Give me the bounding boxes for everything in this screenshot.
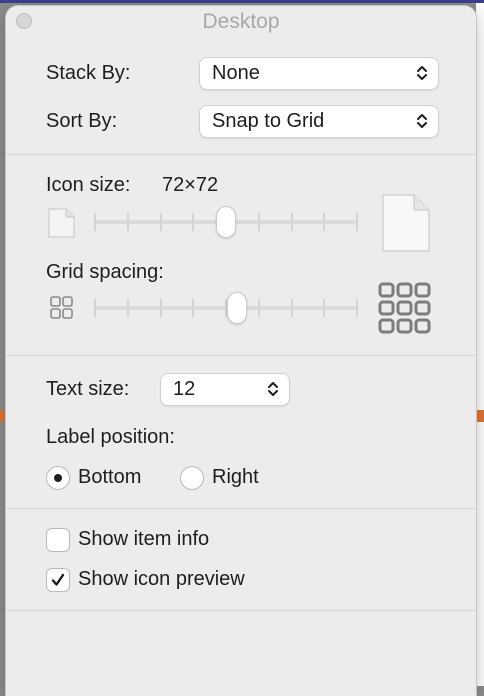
large-grid-icon — [378, 282, 431, 334]
sort-by-popup[interactable]: Snap to Grid — [200, 106, 438, 137]
icon-size-slider[interactable] — [94, 207, 358, 237]
slider-tick — [192, 213, 194, 231]
sort-by-label: Sort By: — [46, 110, 118, 132]
checkmark-icon — [51, 573, 65, 586]
separator — [6, 508, 476, 509]
slider-knob[interactable] — [228, 293, 246, 323]
label-position-label: Label position: — [46, 426, 175, 448]
text-size-label: Text size: — [46, 378, 130, 400]
slider-tick — [323, 299, 325, 317]
chevron-updown-icon — [417, 114, 427, 128]
icon-size-label: Icon size: — [46, 174, 131, 196]
stack-by-value: None — [212, 62, 260, 84]
view-options-panel: Desktop Stack By: None Sort By: Snap to … — [6, 6, 476, 696]
slider-tick — [291, 299, 293, 317]
radio-bottom[interactable] — [47, 467, 69, 489]
background-accent-right — [476, 410, 484, 422]
text-size-value: 12 — [173, 378, 196, 400]
large-document-icon — [382, 194, 430, 252]
text-size-popup[interactable]: 12 — [161, 374, 289, 405]
show-item-info-label[interactable]: Show item info — [78, 528, 209, 551]
window-title: Desktop — [202, 10, 280, 33]
separator — [6, 355, 476, 356]
radio-right-label[interactable]: Right — [212, 466, 259, 489]
title-bar: Desktop — [6, 6, 476, 40]
slider-tick — [127, 213, 129, 231]
slider-tick — [160, 299, 162, 317]
radio-right[interactable] — [181, 467, 203, 489]
icon-size-value: 72×72 — [162, 174, 219, 196]
show-icon-preview-checkbox[interactable] — [47, 569, 69, 591]
slider-tick — [192, 299, 194, 317]
slider-tick — [258, 213, 260, 231]
slider-tick — [127, 299, 129, 317]
small-document-icon — [48, 208, 75, 238]
separator — [6, 154, 476, 155]
slider-tick — [323, 213, 325, 231]
radio-bottom-label[interactable]: Bottom — [78, 466, 141, 489]
slider-tick — [225, 299, 227, 317]
background-window-strip — [0, 0, 484, 3]
slider-tick — [356, 213, 358, 231]
radio-selected-dot — [54, 474, 62, 482]
grid-spacing-label: Grid spacing: — [46, 261, 164, 283]
small-grid-icon — [50, 296, 73, 319]
show-icon-preview-label[interactable]: Show icon preview — [78, 568, 245, 591]
separator — [6, 610, 476, 611]
slider-knob[interactable] — [217, 207, 235, 237]
grid-spacing-slider[interactable] — [94, 293, 358, 323]
stack-by-label: Stack By: — [46, 62, 131, 84]
background-window-edge — [476, 3, 484, 686]
stack-by-popup[interactable]: None — [200, 58, 438, 89]
slider-tick — [160, 213, 162, 231]
slider-tick — [258, 299, 260, 317]
slider-tick — [356, 299, 358, 317]
show-item-info-checkbox[interactable] — [47, 529, 69, 551]
chevron-updown-icon — [268, 382, 278, 396]
slider-tick — [291, 213, 293, 231]
chevron-updown-icon — [417, 66, 427, 80]
slider-tick — [94, 213, 96, 231]
sort-by-value: Snap to Grid — [212, 110, 325, 132]
slider-tick — [94, 299, 96, 317]
